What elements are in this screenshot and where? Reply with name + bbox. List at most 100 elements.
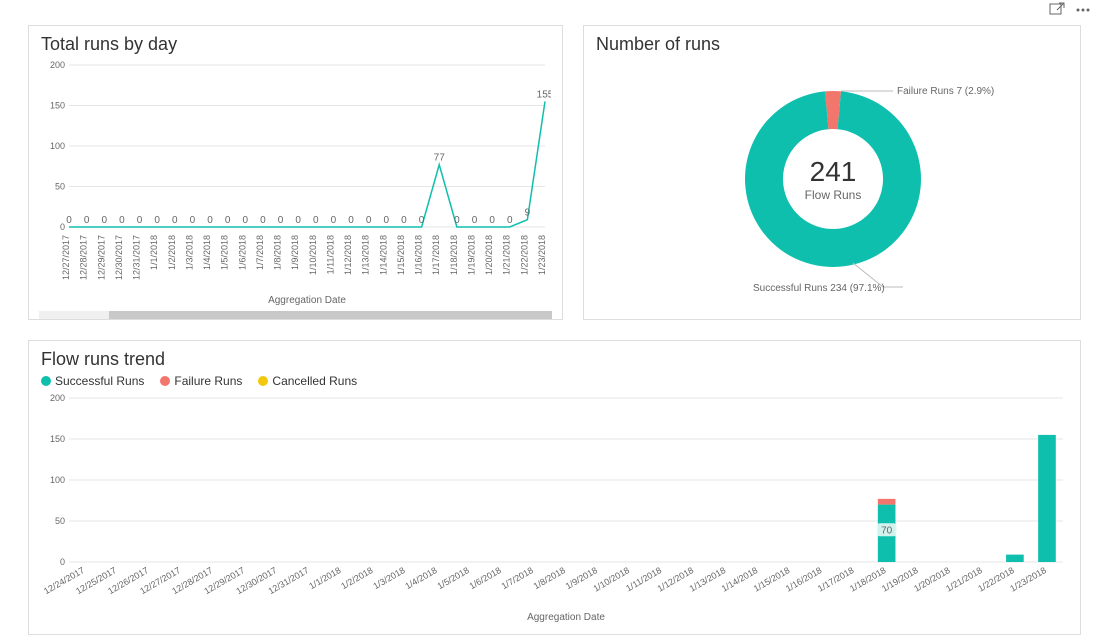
svg-text:0: 0 — [60, 222, 65, 232]
svg-text:0: 0 — [119, 215, 125, 226]
bar-chart-trend[interactable]: 0501001502007012/24/201712/25/201712/26/… — [41, 394, 1069, 622]
dashboard-toolbar — [1049, 2, 1091, 23]
svg-text:0: 0 — [507, 215, 513, 226]
donut-chart[interactable]: 241Flow Runs Failure Runs 7 (2.9%) Success… — [596, 59, 1070, 309]
card-title: Number of runs — [596, 34, 1068, 55]
card-flow-runs-trend: Flow runs trend Successful Runs Failure … — [28, 340, 1081, 635]
svg-text:0: 0 — [419, 215, 425, 226]
svg-text:1/12/2018: 1/12/2018 — [343, 235, 353, 275]
svg-text:1/14/2018: 1/14/2018 — [378, 235, 388, 275]
svg-text:0: 0 — [401, 215, 407, 226]
svg-text:1/5/2018: 1/5/2018 — [435, 565, 470, 591]
svg-text:1/1/2018: 1/1/2018 — [149, 235, 159, 270]
more-icon[interactable] — [1075, 2, 1091, 23]
svg-text:9: 9 — [525, 208, 531, 219]
svg-text:1/2/2018: 1/2/2018 — [339, 565, 374, 591]
svg-text:Aggregation Date: Aggregation Date — [268, 295, 346, 306]
svg-text:1/7/2018: 1/7/2018 — [255, 235, 265, 270]
svg-text:0: 0 — [295, 215, 301, 226]
legend-label: Failure Runs — [174, 374, 242, 388]
svg-text:Successful Runs 234 (97.1%): Successful Runs 234 (97.1%) — [753, 283, 885, 294]
svg-text:0: 0 — [366, 215, 372, 226]
svg-text:0: 0 — [260, 215, 266, 226]
svg-text:12/30/2017: 12/30/2017 — [114, 235, 124, 280]
svg-text:0: 0 — [243, 215, 249, 226]
legend-swatch-icon — [258, 376, 268, 386]
svg-text:0: 0 — [84, 215, 90, 226]
svg-text:1/17/2018: 1/17/2018 — [431, 235, 441, 275]
card-title: Flow runs trend — [41, 349, 1068, 370]
svg-text:0: 0 — [190, 215, 196, 226]
svg-text:1/20/2018: 1/20/2018 — [484, 235, 494, 275]
legend-cancelled[interactable]: Cancelled Runs — [258, 374, 357, 388]
svg-text:50: 50 — [55, 516, 65, 526]
svg-text:100: 100 — [50, 475, 65, 485]
svg-text:100: 100 — [50, 141, 65, 151]
svg-text:70: 70 — [881, 525, 893, 536]
share-icon[interactable] — [1049, 2, 1065, 23]
svg-text:1/15/2018: 1/15/2018 — [396, 235, 406, 275]
svg-text:155: 155 — [537, 89, 551, 100]
svg-text:0: 0 — [331, 215, 337, 226]
svg-text:1/3/2018: 1/3/2018 — [184, 235, 194, 270]
chart-scrollbar-thumb[interactable] — [109, 311, 552, 319]
svg-text:0: 0 — [154, 215, 160, 226]
chart-legend: Successful Runs Failure Runs Cancelled R… — [41, 374, 1068, 388]
svg-text:0: 0 — [101, 215, 107, 226]
svg-text:1/9/2018: 1/9/2018 — [290, 235, 300, 270]
svg-text:0: 0 — [172, 215, 178, 226]
svg-text:1/21/2018: 1/21/2018 — [502, 235, 512, 275]
svg-text:1/23/2018: 1/23/2018 — [1008, 565, 1048, 594]
svg-text:150: 150 — [50, 434, 65, 444]
svg-text:1/23/2018: 1/23/2018 — [537, 235, 547, 275]
svg-text:0: 0 — [225, 215, 231, 226]
svg-text:1/4/2018: 1/4/2018 — [202, 235, 212, 270]
svg-text:1/7/2018: 1/7/2018 — [500, 565, 535, 591]
svg-text:77: 77 — [434, 153, 446, 164]
svg-text:12/31/2017: 12/31/2017 — [132, 235, 142, 280]
svg-text:1/16/2018: 1/16/2018 — [414, 235, 424, 275]
svg-text:0: 0 — [313, 215, 319, 226]
svg-text:50: 50 — [55, 182, 65, 192]
svg-text:1/1/2018: 1/1/2018 — [307, 565, 342, 591]
card-number-of-runs: Number of runs 241Flow Runs Failure Runs … — [583, 25, 1081, 320]
svg-text:12/28/2017: 12/28/2017 — [79, 235, 89, 280]
svg-text:200: 200 — [50, 394, 65, 403]
svg-text:0: 0 — [137, 215, 143, 226]
legend-failure[interactable]: Failure Runs — [160, 374, 242, 388]
svg-text:Aggregation Date: Aggregation Date — [527, 612, 605, 622]
svg-text:1/6/2018: 1/6/2018 — [468, 565, 503, 591]
svg-text:Failure Runs 7 (2.9%): Failure Runs 7 (2.9%) — [897, 86, 994, 97]
svg-text:0: 0 — [454, 215, 460, 226]
svg-text:0: 0 — [384, 215, 390, 226]
svg-text:12/27/2017: 12/27/2017 — [61, 235, 71, 280]
svg-text:1/5/2018: 1/5/2018 — [220, 235, 230, 270]
svg-text:0: 0 — [348, 215, 354, 226]
legend-label: Cancelled Runs — [272, 374, 357, 388]
svg-text:1/8/2018: 1/8/2018 — [532, 565, 567, 591]
svg-text:0: 0 — [278, 215, 284, 226]
line-chart-total[interactable]: 0501001502000000000000000000000007700009… — [41, 59, 551, 307]
svg-text:1/3/2018: 1/3/2018 — [371, 565, 406, 591]
svg-text:0: 0 — [472, 215, 478, 226]
svg-text:150: 150 — [50, 101, 65, 111]
legend-label: Successful Runs — [55, 374, 144, 388]
svg-text:0: 0 — [60, 557, 65, 567]
svg-text:1/19/2018: 1/19/2018 — [466, 235, 476, 275]
svg-text:1/4/2018: 1/4/2018 — [403, 565, 438, 591]
svg-text:1/8/2018: 1/8/2018 — [273, 235, 283, 270]
svg-text:1/2/2018: 1/2/2018 — [167, 235, 177, 270]
chart-scrollbar[interactable] — [39, 311, 552, 319]
svg-text:Flow Runs: Flow Runs — [805, 188, 862, 202]
legend-swatch-icon — [41, 376, 51, 386]
svg-text:1/6/2018: 1/6/2018 — [237, 235, 247, 270]
svg-text:0: 0 — [66, 215, 72, 226]
svg-text:200: 200 — [50, 60, 65, 70]
svg-text:12/29/2017: 12/29/2017 — [96, 235, 106, 280]
svg-text:1/22/2018: 1/22/2018 — [519, 235, 529, 275]
legend-successful[interactable]: Successful Runs — [41, 374, 144, 388]
card-title: Total runs by day — [41, 34, 550, 55]
card-total-runs: Total runs by day 0501001502000000000000… — [28, 25, 563, 320]
svg-text:241: 241 — [810, 156, 857, 187]
svg-text:0: 0 — [489, 215, 495, 226]
